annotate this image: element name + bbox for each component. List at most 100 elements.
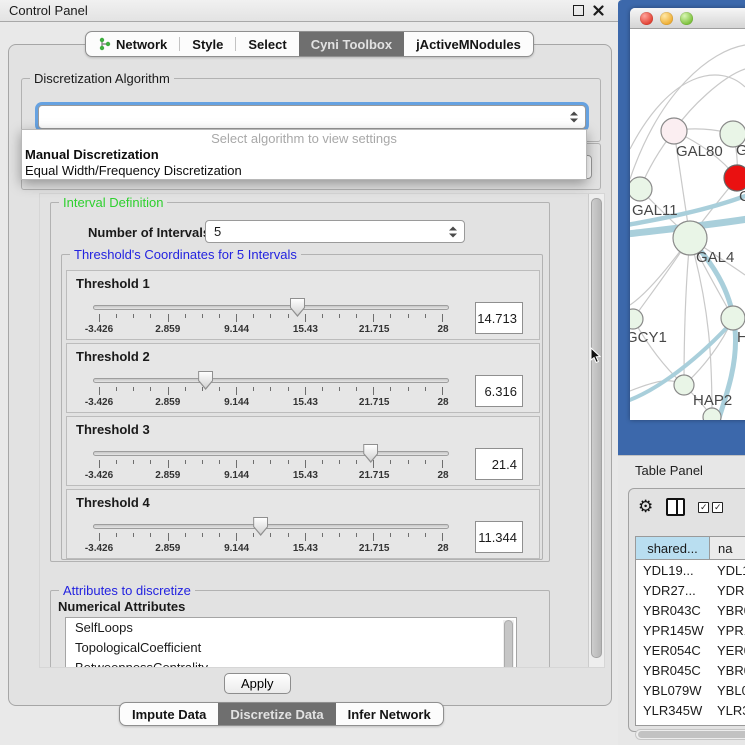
- close-traffic-light-icon[interactable]: [640, 12, 653, 25]
- node-hap2[interactable]: [674, 375, 694, 395]
- numerical-attributes-list[interactable]: SelfLoops TopologicalCoefficient Between…: [65, 617, 517, 668]
- table-panel-toolbar: ⚙ ✓ ✓: [638, 495, 723, 519]
- table-row[interactable]: YBR043CYBR0: [636, 600, 745, 620]
- threshold-3-slider[interactable]: -3.426 2.859 9.144 15.43 21.715 28: [93, 445, 449, 485]
- node-label-gal4: GAL4: [696, 249, 734, 266]
- table-row[interactable]: YPR145WYPR1: [636, 620, 745, 640]
- scrollbar-thumb[interactable]: [638, 731, 745, 738]
- cell: YDR27...: [636, 583, 710, 598]
- settings-vertical-scrollbar[interactable]: [588, 194, 604, 667]
- mouse-cursor: [590, 347, 602, 364]
- cell: YPR1: [710, 623, 745, 638]
- threshold-2-value-field[interactable]: 6.316: [475, 375, 523, 407]
- popup-prompt: Select algorithm to view settings: [22, 131, 586, 147]
- list-item[interactable]: BetweennessCentrality: [66, 658, 516, 668]
- scale-label: 2.859: [155, 470, 180, 481]
- list-item[interactable]: TopologicalCoefficient: [66, 638, 516, 658]
- checkbox-icon: ✓: [698, 502, 709, 513]
- scale-label: 2.859: [155, 543, 180, 554]
- scrollbar-thumb[interactable]: [591, 198, 602, 658]
- tab-discretize-data[interactable]: Discretize Data: [218, 703, 335, 725]
- number-of-intervals-label: Number of Intervals: [88, 225, 210, 240]
- table-horizontal-scrollbar[interactable]: [635, 729, 745, 740]
- scale-label: 2.859: [155, 397, 180, 408]
- group-title: Discretization Algorithm: [30, 71, 174, 86]
- tab-impute-data[interactable]: Impute Data: [120, 703, 218, 725]
- zoom-traffic-light-icon[interactable]: [680, 12, 693, 25]
- table-row[interactable]: YBR045CYBR0: [636, 660, 745, 680]
- scale-label: 9.144: [224, 543, 249, 554]
- scale-label: 21.715: [359, 397, 390, 408]
- threshold-1-slider[interactable]: -3.426 2.859 9.144 15.43 21.715 28: [93, 299, 449, 339]
- threshold-3-value-field[interactable]: 21.4: [475, 448, 523, 480]
- list-item[interactable]: SelfLoops: [66, 618, 516, 638]
- apply-button[interactable]: Apply: [224, 673, 291, 694]
- threshold-4-slider[interactable]: -3.426 2.859 9.144 15.43 21.715 28: [93, 518, 449, 558]
- tab-infer-network[interactable]: Infer Network: [336, 703, 443, 725]
- tab-style[interactable]: Style: [180, 32, 235, 56]
- tab-label: Network: [116, 37, 167, 52]
- scale-label: 15.43: [293, 397, 318, 408]
- scale-label: 15.43: [293, 470, 318, 481]
- cell: YDR2: [710, 583, 745, 598]
- node-gal11[interactable]: [630, 177, 652, 201]
- algorithm-combobox[interactable]: [38, 105, 586, 129]
- table-row[interactable]: YLR345WYLR3: [636, 700, 745, 720]
- cell: YER0: [710, 643, 745, 658]
- node-gcy1[interactable]: [630, 309, 643, 329]
- node-gal80[interactable]: [661, 118, 687, 144]
- table-panel-region: Table Panel ⚙ ✓ ✓ shared... na YDL19...Y…: [618, 455, 745, 745]
- node-partial-bottom[interactable]: [703, 408, 721, 420]
- column-header-name[interactable]: na: [710, 537, 745, 559]
- column-header-shared-name[interactable]: shared...: [636, 537, 710, 559]
- control-panel-window: Control Panel: [0, 0, 618, 745]
- minimize-traffic-light-icon[interactable]: [660, 12, 673, 25]
- number-of-intervals-combobox[interactable]: 5: [205, 220, 465, 243]
- tab-jactivemnodules[interactable]: jActiveMNodules: [404, 32, 533, 56]
- network-canvas[interactable]: GAL80 GA C GAL11 GAL4 H GCY1 HAP2: [630, 29, 745, 420]
- tab-network[interactable]: Network: [86, 32, 179, 56]
- node-attribute-table[interactable]: shared... na YDL19...YDL1 YDR27...YDR2 Y…: [635, 536, 745, 726]
- algorithm-dropdown-popup: Select algorithm to view settings Manual…: [21, 129, 587, 180]
- tab-cyni-toolbox[interactable]: Cyni Toolbox: [299, 32, 404, 56]
- scale-label: 2.859: [155, 324, 180, 335]
- table-panel: ⚙ ✓ ✓ shared... na YDL19...YDL1 YDR27...…: [628, 488, 745, 732]
- gear-icon[interactable]: ⚙: [638, 499, 653, 516]
- scale-label: 28: [437, 324, 448, 335]
- network-view-frame: GAL80 GA C GAL11 GAL4 H GCY1 HAP2: [618, 0, 745, 455]
- table-row[interactable]: YER054CYER0: [636, 640, 745, 660]
- threshold-1-value-field[interactable]: 14.713: [475, 302, 523, 334]
- combo-arrows-icon: [570, 112, 578, 123]
- table-row[interactable]: YDL19...YDL1: [636, 560, 745, 580]
- scale-label: 9.144: [224, 324, 249, 335]
- scale-label: 28: [437, 543, 448, 554]
- threshold-2-slider[interactable]: -3.426 2.859 9.144 15.43 21.715 28: [93, 372, 449, 412]
- scale-label: 21.715: [359, 543, 390, 554]
- list-scrollbar[interactable]: [503, 620, 514, 668]
- popup-item-manual-discretization[interactable]: Manual Discretization: [22, 147, 586, 163]
- number-of-intervals-value: 5: [214, 224, 221, 239]
- node-partial-right[interactable]: [721, 306, 745, 330]
- cell: YLR3: [710, 703, 745, 718]
- close-icon[interactable]: [593, 5, 604, 16]
- combo-arrows-icon: [449, 226, 457, 237]
- split-columns-icon[interactable]: [666, 498, 685, 516]
- group-title: Threshold's Coordinates for 5 Intervals: [70, 247, 301, 262]
- table-row[interactable]: YIL052CYIL0: [636, 720, 745, 726]
- table-row[interactable]: YDR27...YDR2: [636, 580, 745, 600]
- threshold-4-value-field[interactable]: 11.344: [475, 521, 523, 553]
- network-view-window: GAL80 GA C GAL11 GAL4 H GCY1 HAP2: [630, 8, 745, 420]
- popup-item-equal-width-frequency[interactable]: Equal Width/Frequency Discretization: [22, 163, 586, 179]
- select-columns-icon[interactable]: ✓ ✓: [698, 502, 723, 513]
- slider-ticks: [99, 387, 443, 396]
- node-label-gcy1: GCY1: [630, 329, 667, 346]
- tab-label: Impute Data: [132, 707, 206, 722]
- node-label-hap2: HAP2: [693, 392, 732, 409]
- float-window-icon[interactable]: [573, 5, 584, 16]
- table-row[interactable]: YBL079WYBL0: [636, 680, 745, 700]
- tab-select[interactable]: Select: [236, 32, 298, 56]
- scale-label: 28: [437, 470, 448, 481]
- cell: YBR0: [710, 603, 745, 618]
- cell: YBL079W: [636, 683, 710, 698]
- scale-label: 9.144: [224, 397, 249, 408]
